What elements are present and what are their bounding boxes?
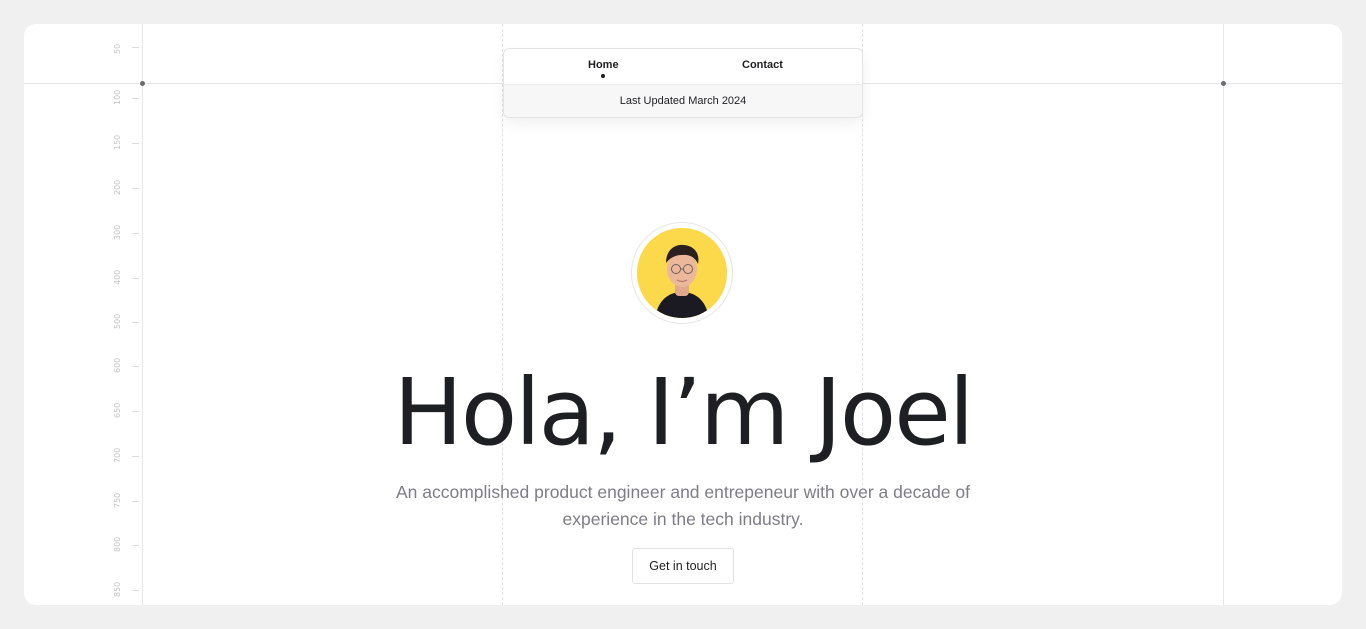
ruler-tick-label: 800 xyxy=(113,536,122,552)
ruler-tick: 850 xyxy=(112,582,139,597)
guide-anchor-left xyxy=(140,81,145,86)
avatar xyxy=(631,222,733,324)
guide-anchor-right xyxy=(1221,81,1226,86)
ruler-tick-mark xyxy=(132,98,139,99)
ruler-tick-label: 400 xyxy=(113,269,122,285)
ruler-tick: 100 xyxy=(112,90,139,105)
nav-links: Home Contact xyxy=(504,49,862,84)
ruler-tick-mark xyxy=(132,188,139,189)
ruler-tick: 150 xyxy=(112,135,139,150)
portrait-photo-icon xyxy=(637,228,727,318)
ruler-tick-mark xyxy=(132,278,139,279)
ruler-tick-label: 100 xyxy=(113,89,122,105)
hero-subtitle: An accomplished product engineer and ent… xyxy=(396,482,970,529)
ruler-tick-mark xyxy=(132,233,139,234)
ruler-tick-label: 500 xyxy=(113,313,122,329)
ruler-tick: 400 xyxy=(112,270,139,285)
nav-home-link[interactable]: Home xyxy=(588,59,619,71)
ruler-tick-label: 850 xyxy=(113,581,122,597)
guide-line-right xyxy=(1223,24,1224,605)
ruler-tick: 750 xyxy=(112,493,139,508)
ruler-tick-label: 200 xyxy=(113,179,122,195)
page-card: 50 100 150 200 300 400 500 600 650 700 750 800 850 H… xyxy=(24,24,1342,605)
hero-title: Hola, I’m Joel xyxy=(393,359,975,466)
top-navigation: Home Contact Last Updated March 2024 xyxy=(503,48,863,118)
ruler-tick-label: 300 xyxy=(113,224,122,240)
ruler-tick: 50 xyxy=(112,42,139,54)
ruler-tick-mark xyxy=(132,501,139,502)
active-indicator xyxy=(601,74,605,78)
ruler-tick-mark xyxy=(132,545,139,546)
ruler-tick-mark xyxy=(132,590,139,591)
get-in-touch-button[interactable]: Get in touch xyxy=(632,548,734,584)
guide-line-left xyxy=(142,24,143,605)
ruler-tick-label: 150 xyxy=(113,134,122,150)
last-updated-banner: Last Updated March 2024 xyxy=(504,84,862,117)
ruler-tick-mark xyxy=(132,143,139,144)
nav-contact-link[interactable]: Contact xyxy=(742,59,783,71)
ruler-tick-mark xyxy=(132,47,139,48)
ruler-tick: 800 xyxy=(112,537,139,552)
ruler-tick: 500 xyxy=(112,314,139,329)
ruler-tick-label: 50 xyxy=(113,43,122,54)
ruler-tick-mark xyxy=(132,322,139,323)
ruler-tick: 200 xyxy=(112,180,139,195)
ruler-tick: 300 xyxy=(112,225,139,240)
ruler-tick-label: 750 xyxy=(113,492,122,508)
